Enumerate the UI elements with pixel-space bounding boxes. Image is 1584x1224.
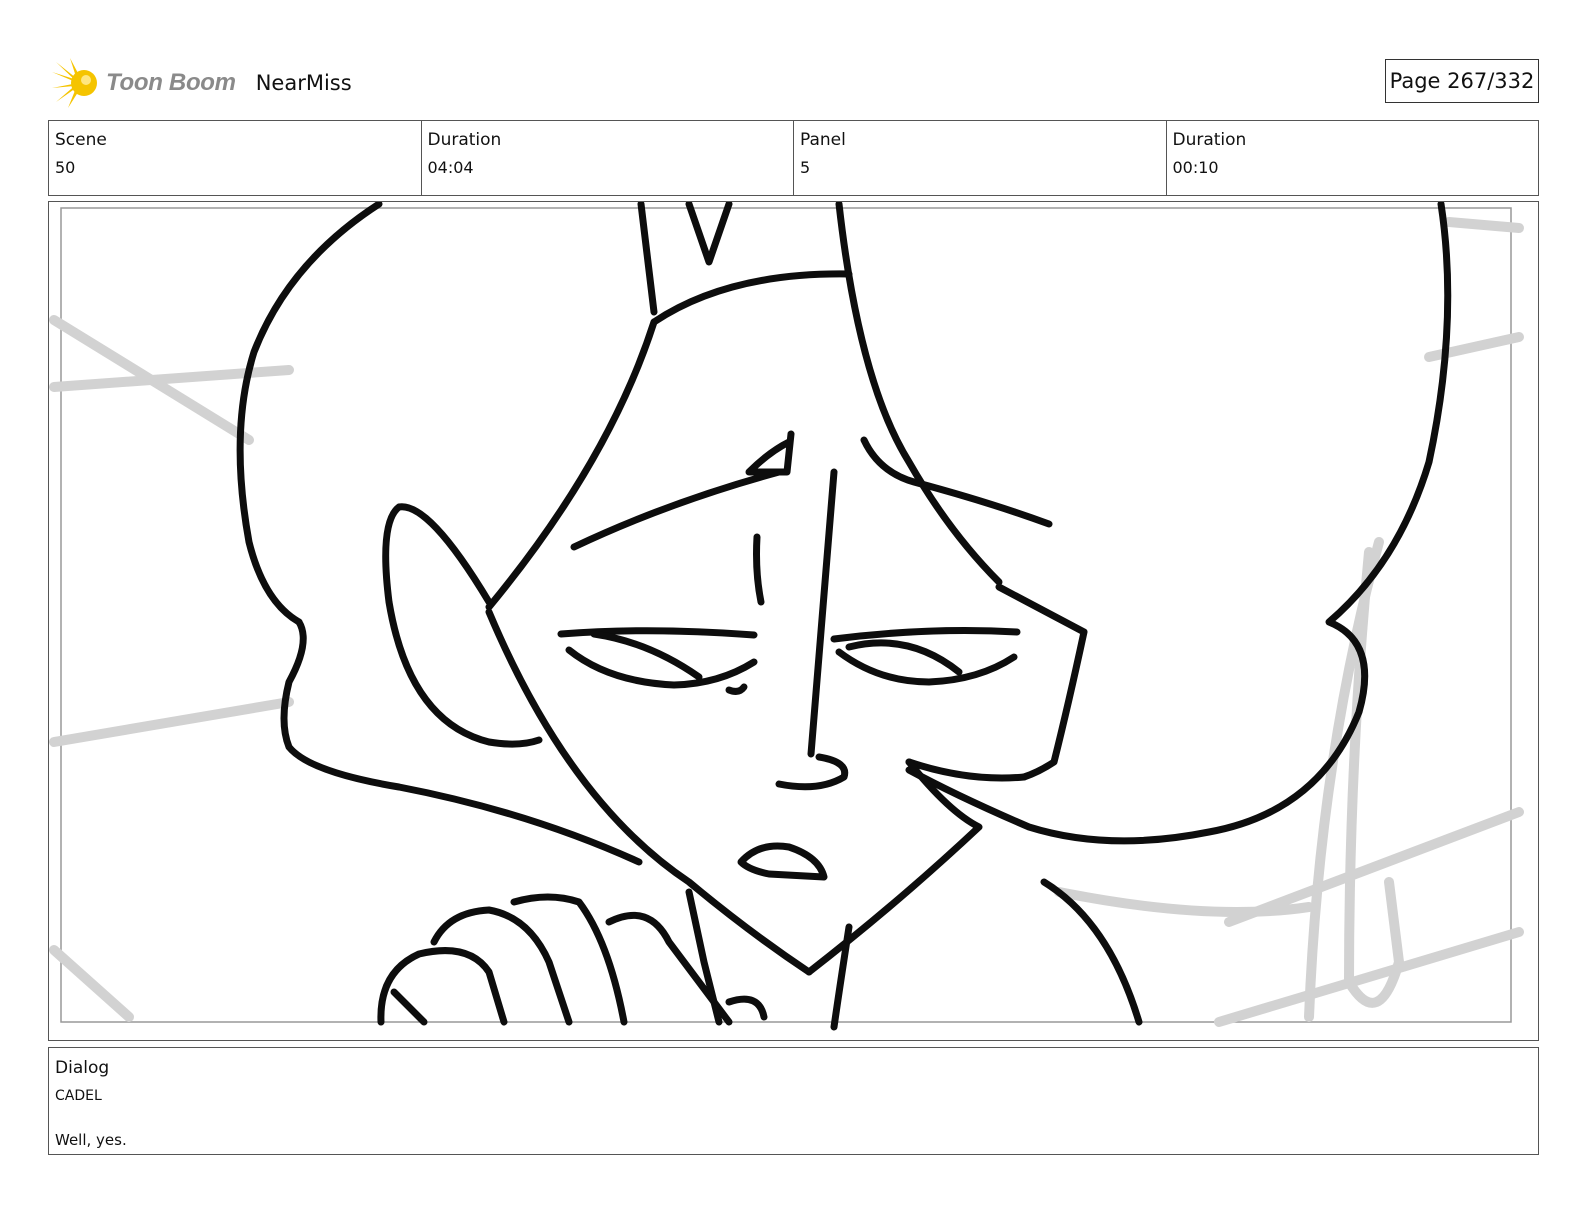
scene-info-bar: Scene 50 Duration 04:04 Panel 5 Duration… (48, 120, 1539, 196)
panel-cell: Panel 5 (794, 121, 1167, 195)
page-header: Toon Boom NearMiss (52, 56, 352, 110)
scene-duration-label: Duration (427, 130, 502, 150)
dialog-label: Dialog (55, 1058, 110, 1078)
scene-label: Scene (55, 130, 107, 150)
scene-value: 50 (55, 158, 76, 177)
brand-name: Toon Boom (106, 69, 236, 96)
panel-duration-value: 00:10 (1172, 158, 1219, 177)
dialog-section: Dialog CADEL Well, yes. (48, 1047, 1539, 1155)
scene-cell: Scene 50 (49, 121, 422, 195)
panel-value: 5 (800, 158, 811, 177)
panel-duration-cell: Duration 00:10 (1167, 121, 1539, 195)
scene-duration-cell: Duration 04:04 (422, 121, 794, 195)
panel-duration-label: Duration (1172, 130, 1247, 150)
dialog-speaker: CADEL (55, 1088, 102, 1104)
project-title: NearMiss (255, 71, 352, 95)
scene-duration-value: 04:04 (427, 158, 474, 177)
storyboard-panel (48, 201, 1539, 1041)
dialog-line: Well, yes. (55, 1131, 127, 1149)
page-indicator: Page 267/332 (1385, 59, 1539, 103)
starburst-icon (52, 58, 97, 108)
panel-sketch (49, 202, 1524, 1031)
toon-boom-logo: Toon Boom (52, 58, 236, 108)
panel-label: Panel (800, 130, 846, 150)
